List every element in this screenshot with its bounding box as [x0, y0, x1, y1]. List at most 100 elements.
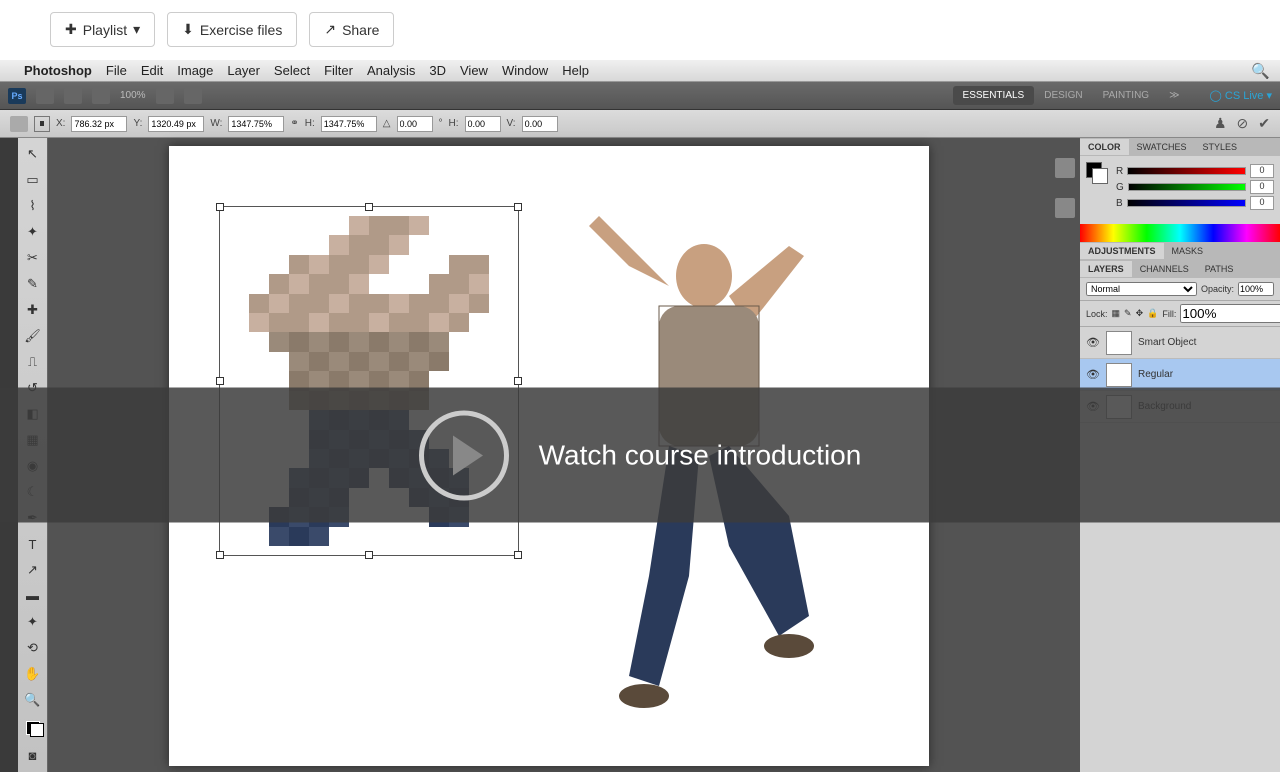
w-input[interactable] — [228, 116, 284, 132]
link-icon[interactable]: ⚭ — [290, 118, 298, 129]
blend-mode-select[interactable]: Normal — [1086, 282, 1197, 296]
menu-edit[interactable]: Edit — [141, 63, 163, 78]
workspace-more[interactable]: ≫ — [1159, 86, 1189, 105]
workspace-design[interactable]: DESIGN — [1034, 86, 1092, 105]
eye-icon[interactable]: 👁 — [1086, 368, 1100, 381]
tab-layers[interactable]: LAYERS — [1080, 261, 1132, 277]
minibridge-icon[interactable] — [64, 88, 82, 104]
menu-view[interactable]: View — [460, 63, 488, 78]
screen-mode-icon[interactable] — [156, 88, 174, 104]
lock-paint-icon[interactable]: ✎ — [1124, 308, 1132, 319]
exercise-files-button[interactable]: ⬇Exercise files — [167, 12, 297, 47]
menu-image[interactable]: Image — [177, 63, 213, 78]
lock-label: Lock: — [1086, 309, 1108, 319]
wand-tool-icon[interactable]: ✦ — [22, 222, 44, 243]
menu-layer[interactable]: Layer — [227, 63, 260, 78]
eyedropper-tool-icon[interactable]: ✎ — [22, 274, 44, 295]
lock-all-icon[interactable]: 🔒 — [1147, 308, 1158, 319]
handle-br[interactable] — [514, 551, 522, 559]
layer-row[interactable]: 👁 Smart Object — [1080, 327, 1280, 359]
path-tool-icon[interactable]: ↗ — [22, 560, 44, 581]
app-name[interactable]: Photoshop — [24, 63, 92, 78]
color-spectrum[interactable] — [1080, 224, 1280, 242]
vskew-input[interactable] — [522, 116, 558, 132]
menu-filter[interactable]: Filter — [324, 63, 353, 78]
handle-mr[interactable] — [514, 377, 522, 385]
fill-input[interactable] — [1180, 304, 1280, 323]
fg-bg-swatch[interactable] — [22, 715, 44, 740]
tab-adjustments[interactable]: ADJUSTMENTS — [1080, 243, 1164, 259]
tab-color[interactable]: COLOR — [1080, 139, 1129, 155]
hand-tool-icon[interactable]: ✋ — [22, 663, 44, 684]
heal-tool-icon[interactable]: ✚ — [22, 300, 44, 321]
warp-icon[interactable]: ♟ — [1214, 115, 1227, 132]
layer-row[interactable]: 👁 Regular — [1080, 359, 1280, 391]
tab-masks[interactable]: MASKS — [1164, 243, 1212, 259]
bridge-icon[interactable] — [36, 88, 54, 104]
commit-icon[interactable]: ✔ — [1258, 115, 1270, 132]
brush-tool-icon[interactable]: 🖌 — [22, 326, 44, 347]
handle-ml[interactable] — [216, 377, 224, 385]
dock-brush-icon[interactable] — [1055, 198, 1075, 218]
menu-analysis[interactable]: Analysis — [367, 63, 415, 78]
quickmask-icon[interactable]: ◙ — [22, 745, 44, 766]
search-icon[interactable]: 🔍 — [1251, 62, 1270, 80]
ps-logo-icon[interactable]: Ps — [8, 88, 26, 104]
tab-channels[interactable]: CHANNELS — [1132, 261, 1197, 277]
menu-help[interactable]: Help — [562, 63, 589, 78]
workspace-essentials[interactable]: ESSENTIALS — [953, 86, 1035, 105]
opacity-input[interactable] — [1238, 282, 1274, 296]
extras-icon[interactable] — [184, 88, 202, 104]
arrange-icon[interactable] — [92, 88, 110, 104]
tab-styles[interactable]: STYLES — [1195, 139, 1246, 155]
handle-bc[interactable] — [365, 551, 373, 559]
3d-tool-icon[interactable]: ✦ — [22, 611, 44, 632]
handle-tc[interactable] — [365, 203, 373, 211]
menu-window[interactable]: Window — [502, 63, 548, 78]
eye-icon[interactable]: 👁 — [1086, 336, 1100, 349]
b-slider[interactable] — [1127, 199, 1246, 207]
hskew-input[interactable] — [465, 116, 501, 132]
ref-point-icon[interactable] — [34, 116, 50, 132]
g-value[interactable]: 0 — [1250, 180, 1274, 194]
cs-live-button[interactable]: ◯ CS Live ▾ — [1210, 89, 1272, 102]
handle-bl[interactable] — [216, 551, 224, 559]
workspace-painting[interactable]: PAINTING — [1093, 86, 1159, 105]
lasso-tool-icon[interactable]: ⌇ — [22, 196, 44, 217]
r-value[interactable]: 0 — [1250, 164, 1274, 178]
cancel-icon[interactable]: ⊘ — [1237, 115, 1249, 132]
r-slider[interactable] — [1127, 167, 1246, 175]
marquee-tool-icon[interactable]: ▭ — [22, 170, 44, 191]
transform-ref-icon[interactable] — [10, 116, 28, 132]
share-button[interactable]: ↗Share — [309, 12, 394, 47]
menu-file[interactable]: File — [106, 63, 127, 78]
stamp-tool-icon[interactable]: ⎍ — [22, 352, 44, 373]
color-swatches[interactable] — [1086, 162, 1110, 186]
shape-tool-icon[interactable]: ▬ — [22, 585, 44, 606]
type-tool-icon[interactable]: T — [22, 534, 44, 555]
b-value[interactable]: 0 — [1250, 196, 1274, 210]
dock-history-icon[interactable] — [1055, 158, 1075, 178]
move-tool-icon[interactable]: ↖ — [22, 144, 44, 165]
3d-camera-icon[interactable]: ⟲ — [22, 637, 44, 658]
lock-move-icon[interactable]: ✥ — [1136, 308, 1144, 319]
play-button[interactable] — [419, 410, 509, 500]
tab-swatches[interactable]: SWATCHES — [1129, 139, 1195, 155]
lock-trans-icon[interactable]: ▦ — [1112, 308, 1121, 319]
zoom-level[interactable]: 100% — [120, 90, 146, 101]
menu-select[interactable]: Select — [274, 63, 310, 78]
zoom-tool-icon[interactable]: 🔍 — [22, 689, 44, 710]
video-overlay[interactable]: Watch course introduction — [0, 388, 1280, 523]
y-input[interactable] — [148, 116, 204, 132]
x-input[interactable] — [71, 116, 127, 132]
tab-paths[interactable]: PATHS — [1197, 261, 1242, 277]
handle-tl[interactable] — [216, 203, 224, 211]
opacity-label: Opacity: — [1201, 284, 1234, 294]
playlist-button[interactable]: ✚Playlist▾ — [50, 12, 155, 47]
handle-tr[interactable] — [514, 203, 522, 211]
h-input[interactable] — [321, 116, 377, 132]
crop-tool-icon[interactable]: ✂ — [22, 248, 44, 269]
angle-input[interactable] — [397, 116, 433, 132]
menu-3d[interactable]: 3D — [429, 63, 446, 78]
g-slider[interactable] — [1128, 183, 1246, 191]
